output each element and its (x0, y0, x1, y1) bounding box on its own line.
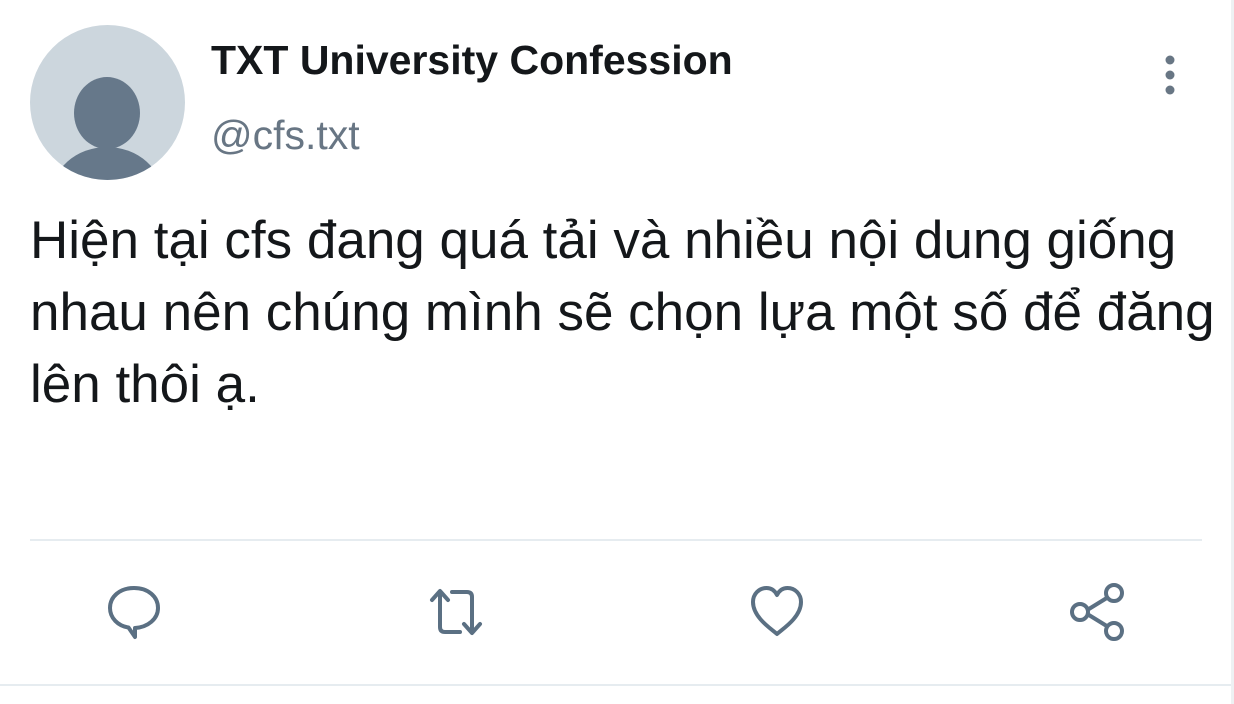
heart-icon (751, 586, 803, 636)
share-nodes-icon (1070, 583, 1124, 641)
tweet-text: Hiện tại cfs đang quá tải và nhiều nội d… (30, 211, 1215, 414)
more-options-button[interactable] (1152, 52, 1188, 98)
tweet-card: TXT University Confession @cfs.txt Hiện … (0, 0, 1234, 704)
avatar[interactable] (30, 25, 185, 180)
user-handle[interactable]: @cfs.txt (211, 112, 360, 159)
like-button[interactable] (745, 580, 809, 644)
retweet-button[interactable] (424, 580, 488, 644)
reply-button[interactable] (102, 580, 166, 644)
avatar-silhouette-icon (54, 77, 160, 180)
share-button[interactable] (1066, 580, 1130, 644)
bottom-divider (0, 684, 1234, 686)
display-name[interactable]: TXT University Confession (211, 37, 733, 84)
divider (30, 539, 1202, 541)
retweet-arrows-icon (430, 589, 482, 635)
speech-bubble-icon (108, 586, 160, 639)
vertical-ellipsis-icon (1165, 55, 1175, 95)
